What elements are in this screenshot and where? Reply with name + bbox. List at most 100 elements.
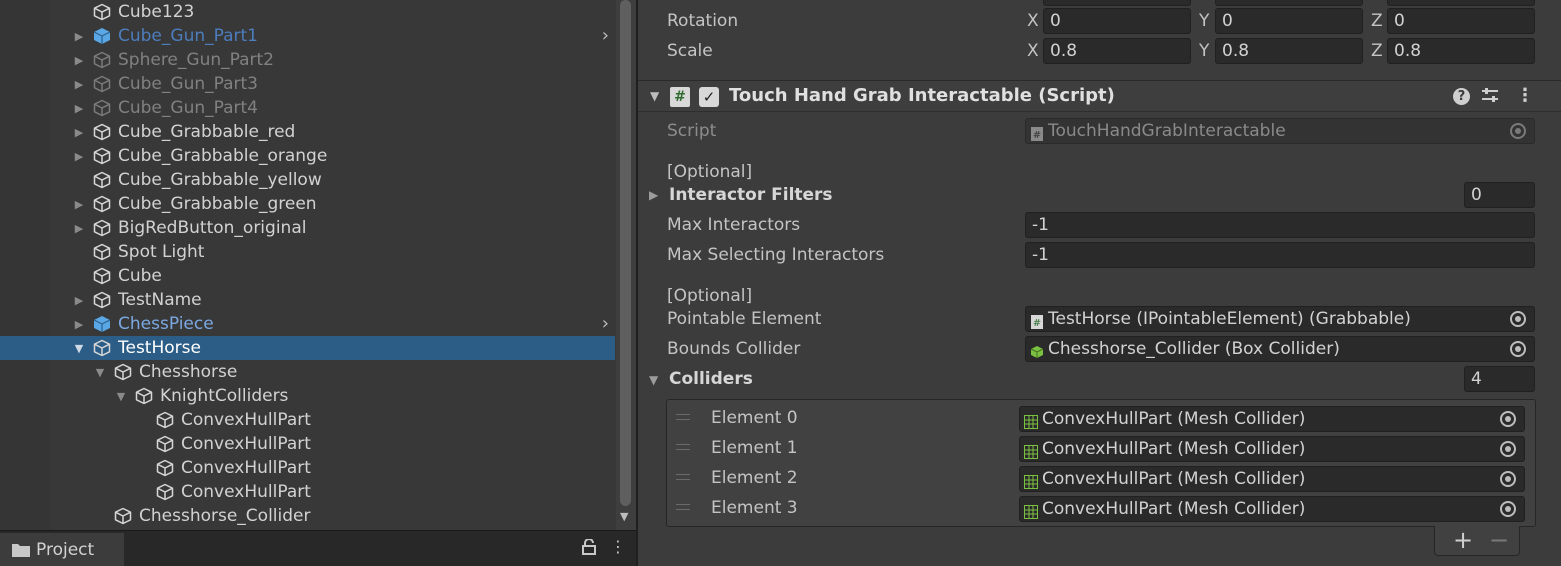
hierarchy-item[interactable]: Cube_Grabbable_yellow — [0, 168, 615, 192]
colliders-label[interactable]: Colliders — [669, 369, 753, 389]
gameobject-cube-icon — [155, 480, 175, 504]
hierarchy-item[interactable]: ConvexHullPart — [0, 408, 615, 432]
bounds-collider-field[interactable]: Chesshorse_Collider (Box Collider) — [1025, 336, 1535, 362]
component-header[interactable]: ▼ # ✓ Touch Hand Grab Interactable (Scri… — [638, 80, 1561, 112]
hierarchy-scrollbar-thumb[interactable] — [620, 0, 631, 506]
scale-z-field[interactable]: 0.8 — [1387, 38, 1535, 64]
object-picker-icon[interactable] — [1500, 411, 1516, 427]
collider-field[interactable]: ConvexHullPart (Mesh Collider) — [1019, 406, 1525, 432]
colliders-count[interactable]: 4 — [1464, 366, 1535, 392]
gameobject-cube-icon — [92, 0, 112, 24]
component-foldout-arrow-icon[interactable]: ▼ — [650, 89, 659, 103]
hierarchy-item[interactable]: ConvexHullPart — [0, 480, 615, 504]
lock-icon[interactable] — [582, 538, 596, 559]
expand-right-arrow-icon[interactable]: ▶ — [72, 192, 86, 216]
help-icon[interactable]: ? — [1453, 88, 1470, 105]
script-field[interactable]: # TouchHandGrabInteractable — [1025, 118, 1535, 144]
expand-right-arrow-icon[interactable]: ▶ — [72, 96, 86, 120]
collider-field[interactable]: ConvexHullPart (Mesh Collider) — [1019, 466, 1525, 492]
hierarchy-item[interactable]: ConvexHullPart — [0, 456, 615, 480]
colliders-foldout-icon[interactable]: ▼ — [649, 373, 658, 387]
component-title[interactable]: Touch Hand Grab Interactable (Script) — [729, 85, 1115, 106]
expand-down-arrow-icon[interactable]: ▼ — [114, 384, 128, 408]
expand-right-arrow-icon[interactable]: ▶ — [72, 288, 86, 312]
scale-y-field[interactable]: 0.8 — [1215, 38, 1363, 64]
interactor-filters-foldout-icon[interactable]: ▶ — [649, 188, 658, 202]
hierarchy-item[interactable]: ▼ KnightColliders — [0, 384, 615, 408]
hierarchy-item[interactable]: ▶ Cube_Grabbable_red — [0, 120, 615, 144]
rotation-y-field[interactable]: 0 — [1215, 8, 1363, 34]
gameobject-cube-icon — [155, 408, 175, 432]
position-x-field[interactable] — [1043, 0, 1191, 6]
hierarchy-item[interactable]: ▼ Chesshorse — [0, 360, 615, 384]
drag-handle-icon[interactable] — [676, 414, 690, 420]
expand-right-arrow-icon[interactable]: ▶ — [72, 120, 86, 144]
scale-x-axis-label[interactable]: X — [1027, 41, 1039, 61]
rotation-y-axis-label[interactable]: Y — [1199, 11, 1209, 31]
position-y-field[interactable] — [1215, 0, 1363, 6]
expand-down-arrow-icon[interactable]: ▼ — [93, 360, 107, 384]
open-prefab-chevron-icon[interactable]: › — [602, 312, 609, 336]
object-picker-icon[interactable] — [1500, 501, 1516, 517]
hierarchy-item[interactable]: ▼ TestHorse — [0, 336, 615, 360]
interactor-filters-label[interactable]: Interactor Filters — [669, 185, 833, 205]
rotation-z-field[interactable]: 0 — [1387, 8, 1535, 34]
add-element-button[interactable]: + — [1453, 526, 1473, 554]
hierarchy-item[interactable]: ▶ BigRedButton_original — [0, 216, 615, 240]
expand-down-arrow-icon[interactable]: ▼ — [72, 336, 86, 360]
remove-element-button[interactable]: − — [1489, 526, 1509, 554]
rotation-x-axis-label[interactable]: X — [1027, 11, 1039, 31]
project-tab[interactable]: Project — [0, 533, 124, 566]
hierarchy-item[interactable]: ▶ ChessPiece › — [0, 312, 615, 336]
hierarchy-item[interactable]: Cube — [0, 264, 615, 288]
expand-right-arrow-icon[interactable]: ▶ — [72, 144, 86, 168]
drag-handle-icon[interactable] — [676, 504, 690, 510]
scroll-down-arrow-icon[interactable]: ▼ — [620, 510, 628, 523]
svg-text:#: # — [1033, 130, 1041, 141]
list-item[interactable]: Element 3 ConvexHullPart (Mesh Collider) — [667, 493, 1535, 523]
collider-field[interactable]: ConvexHullPart (Mesh Collider) — [1019, 436, 1525, 462]
object-picker-icon[interactable] — [1510, 311, 1526, 327]
hierarchy-item[interactable]: ▶ Cube_Gun_Part1 › — [0, 24, 615, 48]
hierarchy-scrollbar[interactable]: ▼ — [616, 0, 636, 530]
pointable-element-field[interactable]: # TestHorse (IPointableElement) (Grabbab… — [1025, 306, 1535, 332]
component-enabled-checkbox[interactable]: ✓ — [699, 87, 719, 107]
drag-handle-icon[interactable] — [676, 444, 690, 450]
object-picker-icon[interactable] — [1510, 341, 1526, 357]
rotation-x-field[interactable]: 0 — [1043, 8, 1191, 34]
list-item[interactable]: Element 2 ConvexHullPart (Mesh Collider) — [667, 463, 1535, 493]
scale-z-axis-label[interactable]: Z — [1371, 41, 1383, 61]
hierarchy-item[interactable]: ▶ TestName — [0, 288, 615, 312]
kebab-menu-icon[interactable]: ⋮ — [610, 537, 626, 556]
max-selecting-interactors-field[interactable]: -1 — [1025, 242, 1535, 268]
open-prefab-chevron-icon[interactable]: › — [602, 24, 609, 48]
expand-right-arrow-icon[interactable]: ▶ — [72, 24, 86, 48]
max-interactors-field[interactable]: -1 — [1025, 212, 1535, 238]
expand-right-arrow-icon[interactable]: ▶ — [72, 312, 86, 336]
interactor-filters-count[interactable]: 0 — [1464, 182, 1535, 208]
object-picker-icon[interactable] — [1500, 471, 1516, 487]
hierarchy-item[interactable]: Chesshorse_Collider — [0, 504, 615, 528]
drag-handle-icon[interactable] — [676, 474, 690, 480]
hierarchy-item[interactable]: ConvexHullPart — [0, 432, 615, 456]
object-picker-icon[interactable] — [1500, 441, 1516, 457]
expand-right-arrow-icon[interactable]: ▶ — [72, 216, 86, 240]
hierarchy-item[interactable]: ▶ Cube_Gun_Part4 — [0, 96, 615, 120]
collider-field[interactable]: ConvexHullPart (Mesh Collider) — [1019, 496, 1525, 522]
expand-right-arrow-icon[interactable]: ▶ — [72, 48, 86, 72]
kebab-menu-icon[interactable]: ⋮ — [1516, 85, 1534, 106]
hierarchy-item[interactable]: ▶ Cube_Grabbable_orange — [0, 144, 615, 168]
hierarchy-item[interactable]: Spot Light — [0, 240, 615, 264]
preset-sliders-icon[interactable] — [1481, 87, 1499, 107]
hierarchy-item[interactable]: ▶ Cube_Gun_Part3 — [0, 72, 615, 96]
hierarchy-item[interactable]: ▶ Cube_Grabbable_green — [0, 192, 615, 216]
hierarchy-item[interactable]: Cube123 — [0, 0, 615, 24]
scale-x-field[interactable]: 0.8 — [1043, 38, 1191, 64]
hierarchy-item[interactable]: ▶ Sphere_Gun_Part2 — [0, 48, 615, 72]
scale-y-axis-label[interactable]: Y — [1199, 41, 1209, 61]
rotation-z-axis-label[interactable]: Z — [1371, 11, 1383, 31]
position-z-field[interactable] — [1387, 0, 1535, 6]
list-item[interactable]: Element 1 ConvexHullPart (Mesh Collider) — [667, 433, 1535, 463]
list-item[interactable]: Element 0 ConvexHullPart (Mesh Collider) — [667, 403, 1535, 433]
expand-right-arrow-icon[interactable]: ▶ — [72, 72, 86, 96]
